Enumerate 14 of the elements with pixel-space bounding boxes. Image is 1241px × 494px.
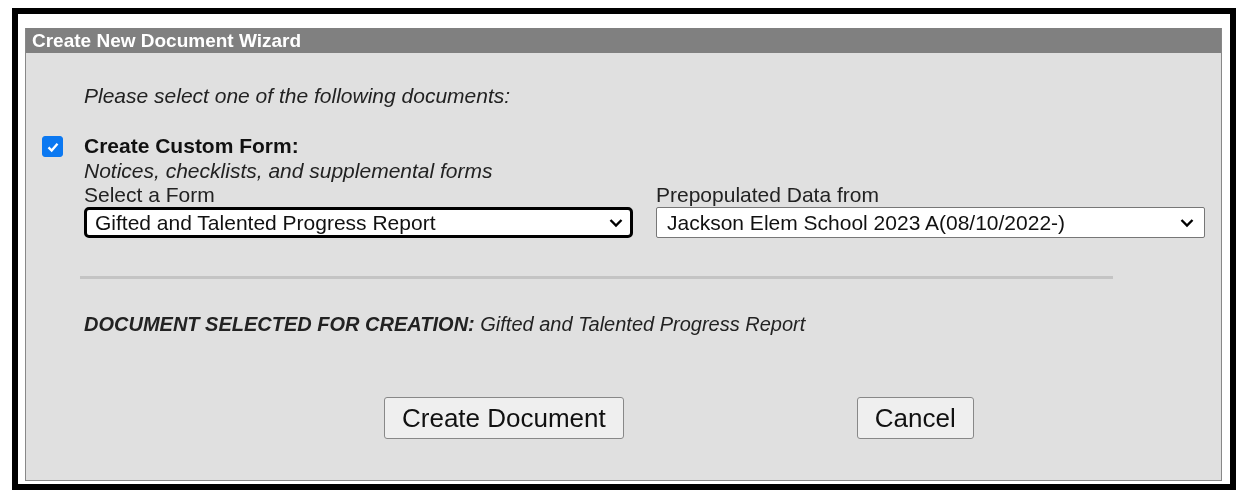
option-label: Create Custom Form: [84,133,300,158]
selection-summary: DOCUMENT SELECTED FOR CREATION: Gifted and Talented Progress Report [84,312,807,337]
option-description: Notices, checklists, and supplemental forms [84,158,494,183]
dialog-button[interactable]: Create Document [384,397,624,439]
dialog-button[interactable]: Cancel [856,397,974,439]
chevron-icon [609,217,623,228]
instruction-text: Please select one of the following documents: [84,83,512,109]
dropdown-field[interactable]: Jackson Elem School 2023 A(08/10/2022-) [656,207,1205,238]
checkbox[interactable] [42,136,63,157]
window-title: Create New Document Wizard [32,30,302,51]
field-label: Select a Form [84,183,216,207]
dropdown-field[interactable]: Gifted and Talented Progress Report [84,207,633,238]
field-label: Prepopulated Data from [656,183,880,207]
chevron-icon [1180,217,1194,228]
